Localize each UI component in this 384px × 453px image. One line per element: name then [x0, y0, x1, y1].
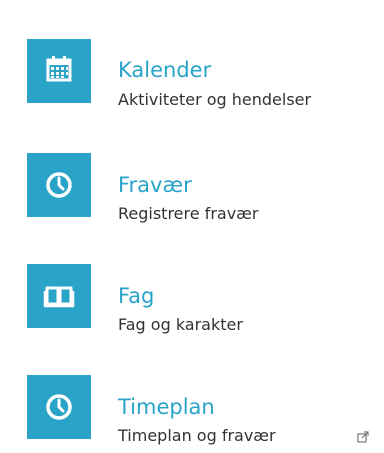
calendar-icon: [27, 39, 91, 103]
menu-item-title[interactable]: Fravær: [118, 173, 192, 197]
menu-item-kalender[interactable]: Kalender Aktiviteter og hendelser: [27, 39, 377, 109]
clock-icon: [27, 375, 91, 439]
menu-item-title[interactable]: Fag: [118, 284, 154, 308]
menu-item-title[interactable]: Kalender: [118, 58, 211, 82]
menu-list: Kalender Aktiviteter og hendelser Fravær…: [0, 0, 384, 453]
menu-item-timeplan[interactable]: Timeplan Timeplan og fravær: [27, 375, 377, 445]
menu-item-fag[interactable]: Fag Fag og karakter: [27, 264, 377, 334]
clock-icon: [27, 153, 91, 217]
external-link-icon[interactable]: [357, 431, 369, 443]
book-icon: [27, 264, 91, 328]
menu-item-subtitle: Registrere fravær: [118, 204, 259, 223]
menu-item-title[interactable]: Timeplan: [118, 395, 215, 419]
menu-item-subtitle: Timeplan og fravær: [118, 426, 276, 445]
menu-item-subtitle: Aktiviteter og hendelser: [118, 90, 312, 109]
menu-item-fravaer[interactable]: Fravær Registrere fravær: [27, 153, 377, 223]
menu-item-subtitle: Fag og karakter: [118, 315, 243, 334]
